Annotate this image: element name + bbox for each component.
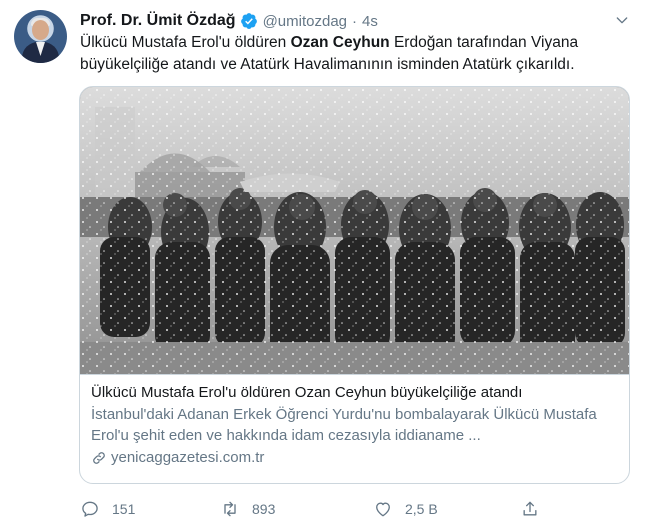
- heart-icon: [376, 502, 390, 517]
- tweet-timestamp[interactable]: 4s: [362, 13, 378, 30]
- like-count: 2,5 B: [405, 501, 438, 517]
- retweet-count: 893: [252, 501, 276, 517]
- card-image[interactable]: [80, 87, 629, 374]
- tweet-text: Ülkücü Mustafa Erol'u öldüren Ozan Ceyhu…: [80, 32, 636, 76]
- tweet-text-part: Ülkücü Mustafa Erol'u öldüren: [80, 34, 291, 51]
- tweet-header: Prof. Dr. Ümit Özdağ @umitozdag · 4s: [80, 10, 608, 32]
- tweet-text-bold: Ozan Ceyhun: [290, 34, 390, 51]
- reply-count: 151: [112, 501, 136, 517]
- reply-icon: [82, 501, 98, 517]
- reply-button[interactable]: 151: [80, 497, 135, 521]
- link-card[interactable]: Ülkücü Mustafa Erol'u öldüren Ozan Ceyhu…: [79, 86, 630, 484]
- share-button[interactable]: [520, 497, 540, 521]
- author-handle[interactable]: @umitozdag: [263, 13, 347, 30]
- card-domain-text: yenicaggazetesi.com.tr: [111, 449, 265, 466]
- verified-badge-icon: [240, 13, 257, 29]
- chevron-down-icon[interactable]: [614, 12, 630, 28]
- retweet-icon: [224, 501, 236, 517]
- share-icon: [523, 501, 537, 516]
- like-button[interactable]: 2,5 B: [373, 497, 438, 521]
- card-domain: yenicaggazetesi.com.tr: [91, 448, 619, 468]
- link-icon: [93, 452, 105, 464]
- card-body[interactable]: Ülkücü Mustafa Erol'u öldüren Ozan Ceyhu…: [80, 374, 629, 483]
- separator-dot: ·: [352, 12, 358, 30]
- retweet-button[interactable]: 893: [220, 497, 275, 521]
- tweet-actions: 151 893 2,5 B: [80, 497, 636, 521]
- card-description: İstanbul'daki Adanan Erkek Öğrenci Yurdu…: [91, 406, 597, 444]
- card-title: Ülkücü Mustafa Erol'u öldüren Ozan Ceyhu…: [91, 384, 523, 401]
- avatar-face: [32, 20, 49, 40]
- author-name[interactable]: Prof. Dr. Ümit Özdağ: [80, 12, 236, 30]
- author-avatar[interactable]: [14, 10, 67, 63]
